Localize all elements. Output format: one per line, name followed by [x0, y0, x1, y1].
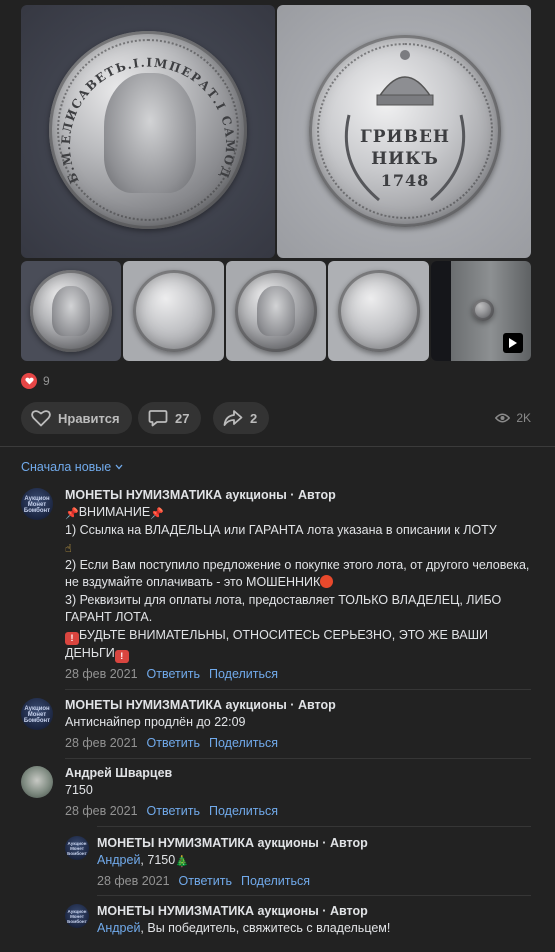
chevron-down-icon	[115, 464, 123, 470]
share-link[interactable]: Поделиться	[241, 874, 310, 888]
pin-icon: 📌	[150, 507, 164, 520]
comment-date[interactable]: 28 фев 2021	[97, 874, 170, 888]
comment-author[interactable]: МОНЕТЫ НУМИЗМАТИКА аукционы · Автор	[97, 904, 535, 918]
comment-separator	[65, 758, 531, 759]
thumb-3[interactable]	[226, 261, 326, 361]
stop-icon	[320, 575, 334, 588]
share-icon	[223, 410, 243, 426]
mention-link[interactable]: Андрей	[97, 853, 140, 867]
views-counter: 2K	[495, 411, 531, 425]
comment-author[interactable]: МОНЕТЫ НУМИЗМАТИКА аукционы · Автор	[65, 488, 535, 502]
siren-icon: !	[114, 649, 129, 663]
comment-meta: 28 фев 2021 Ответить Поделиться	[65, 736, 535, 750]
coin-year: 1748	[380, 171, 430, 190]
share-link[interactable]: Поделиться	[209, 736, 278, 750]
comment-line: 2) Если Вам поступило предложение о поку…	[65, 557, 530, 590]
comment-text: Антиснайпер продлён до 22:09	[65, 715, 246, 729]
coin-denomination-line1: ГРИВЕН	[360, 127, 450, 147]
share-button[interactable]: 2	[213, 402, 270, 434]
comments-button[interactable]: 27	[138, 402, 202, 434]
avatar[interactable]: Аукцион Монет Бомбонт	[65, 836, 89, 860]
photo-reverse-large[interactable]: ГРИВЕН НИКЪ 1748	[277, 5, 531, 258]
comment-separator	[97, 826, 531, 827]
sort-dropdown[interactable]: Сначала новые	[21, 460, 123, 474]
share-link[interactable]: Поделиться	[209, 667, 278, 681]
comment-text: 7150	[65, 783, 93, 797]
comment-separator	[65, 689, 531, 690]
post-card: Б.М.ЕЛИСАВЕТЬ.I.IМПЕРАТ.I САМОДЕРЖ.ВСЕРО…	[0, 0, 555, 447]
svg-text:Б.М.ЕЛИСАВЕТЬ.I.IМПЕРАТ.I САМО: Б.М.ЕЛИСАВЕТЬ.I.IМПЕРАТ.I САМОДЕРЖ.ВСЕРО…	[49, 31, 237, 186]
comment-line: ВНИМАНИЕ	[78, 505, 151, 519]
comment-author[interactable]: МОНЕТЫ НУМИЗМАТИКА аукционы · Автор	[65, 698, 535, 712]
comment-text: Андрей, 7150🎄	[97, 852, 535, 870]
photo-obverse-large[interactable]: Б.М.ЕЛИСАВЕТЬ.I.IМПЕРАТ.I САМОДЕРЖ.ВСЕРО…	[21, 5, 275, 258]
reply-link[interactable]: Ответить	[147, 804, 200, 818]
heart-reaction-icon	[21, 373, 37, 389]
siren-icon: !	[65, 631, 79, 645]
reply-link[interactable]: Ответить	[147, 736, 200, 750]
pin-icon: 📌	[65, 507, 79, 520]
comment-line: 1) Ссылка на ВЛАДЕЛЬЦА или ГАРАНТА лота …	[65, 522, 497, 537]
comments-count: 27	[175, 410, 190, 426]
thumb-video[interactable]	[431, 261, 531, 361]
comment-date[interactable]: 28 фев 2021	[65, 736, 138, 750]
tree-icon: 🎄	[175, 855, 189, 868]
mention-link[interactable]: Андрей	[97, 921, 140, 935]
coin-denomination-line2: НИКЪ	[371, 149, 439, 169]
comment-line: 3) Реквизиты для оплаты лота, предоставл…	[65, 592, 502, 625]
comment-line: , Вы победитель, свяжитесь с владельцем!	[140, 921, 391, 935]
comment-meta: 28 фев 2021 Ответить Поделиться	[65, 667, 535, 681]
thumb-1[interactable]	[21, 261, 121, 361]
comment-author[interactable]: Андрей Шварцев	[65, 766, 535, 780]
coin-obverse: Б.М.ЕЛИСАВЕТЬ.I.IМПЕРАТ.I САМОДЕРЖ.ВСЕРО…	[49, 31, 247, 229]
play-icon[interactable]	[503, 333, 523, 353]
share-link[interactable]: Поделиться	[209, 804, 278, 818]
heart-icon	[31, 410, 51, 427]
sort-label: Сначала новые	[21, 460, 112, 474]
post-divider	[0, 446, 555, 447]
comment-text: 📌ВНИМАНИЕ📌 1) Ссылка на ВЛАДЕЛЬЦА или ГА…	[65, 504, 535, 663]
reactions-count: 9	[43, 374, 50, 388]
avatar[interactable]: Аукцион Монет Бомбонт	[65, 904, 89, 928]
comment-text: Андрей, Вы победитель, свяжитесь с владе…	[97, 920, 535, 938]
eye-icon	[495, 413, 511, 423]
reactions-summary[interactable]: 9	[21, 373, 50, 389]
thumb-4[interactable]	[328, 261, 429, 361]
like-label: Нравится	[58, 410, 120, 426]
pointing-up-icon: ☝	[65, 542, 72, 555]
comment-author[interactable]: МОНЕТЫ НУМИЗМАТИКА аукционы · Автор	[97, 836, 535, 850]
comment-line: , 7150	[140, 853, 176, 867]
avatar[interactable]: Аукцион Монет Бомбонт	[21, 698, 53, 730]
reply-link[interactable]: Ответить	[179, 874, 232, 888]
comment-meta: 28 фев 2021 Ответить Поделиться	[65, 804, 535, 818]
comment-icon	[148, 410, 168, 427]
thumb-2[interactable]	[123, 261, 224, 361]
comment-date[interactable]: 28 фев 2021	[65, 667, 138, 681]
coin-obverse-legend: Б.М.ЕЛИСАВЕТЬ.I.IМПЕРАТ.I САМОДЕРЖ.ВСЕРО…	[49, 31, 237, 186]
comment-separator	[97, 895, 531, 896]
reply-link[interactable]: Ответить	[147, 667, 200, 681]
coin-reverse: ГРИВЕН НИКЪ 1748	[309, 35, 501, 227]
avatar[interactable]: Аукцион Монет Бомбонт	[21, 488, 53, 520]
like-button[interactable]: Нравится	[21, 402, 132, 434]
comment-date[interactable]: 28 фев 2021	[65, 804, 138, 818]
comment-meta: 28 фев 2021 Ответить Поделиться	[97, 874, 535, 888]
avatar[interactable]	[21, 766, 53, 798]
shares-count: 2	[250, 410, 258, 426]
views-count: 2K	[516, 411, 531, 425]
